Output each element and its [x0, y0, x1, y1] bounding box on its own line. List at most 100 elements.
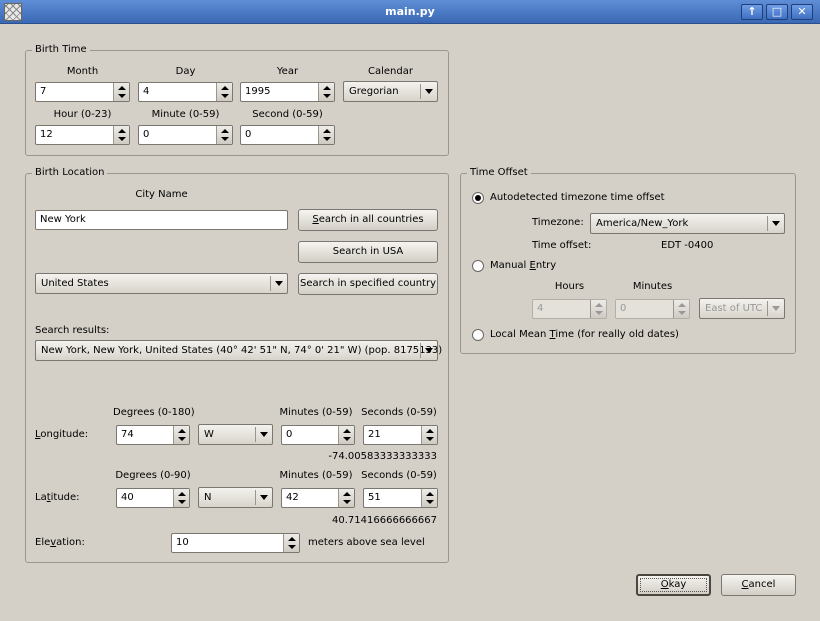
lon-direction-combo[interactable]: W — [198, 424, 273, 445]
city-name-label: City Name — [135, 189, 188, 200]
auto-offset-label[interactable]: Autodetected timezone time offset — [490, 192, 665, 203]
spin-down-icon[interactable] — [178, 437, 186, 441]
spin-down-icon[interactable] — [323, 137, 331, 141]
calendar-label: Calendar — [368, 66, 413, 77]
timezone-label: Timezone: — [532, 217, 584, 228]
search-results-combo[interactable]: New York, New York, United States (40° 4… — [35, 340, 442, 361]
calendar-value: Gregorian — [349, 86, 399, 97]
auto-offset-radio[interactable] — [472, 192, 484, 204]
search-all-countries-button[interactable]: Search in all countries — [298, 209, 438, 231]
lon-minutes-label: Minutes (0-59) — [279, 407, 353, 418]
country-value: United States — [41, 278, 109, 289]
chevron-down-icon[interactable] — [275, 281, 283, 286]
spin-up-icon[interactable] — [343, 429, 351, 433]
lat-direction-value: N — [204, 492, 212, 503]
timezone-combo[interactable]: America/New_York — [590, 213, 785, 234]
search-specified-country-button[interactable]: Search in specified country — [298, 273, 438, 295]
second-spinbox[interactable]: 0 — [240, 125, 335, 145]
search-usa-button[interactable]: Search in USA — [298, 241, 438, 263]
lon-degrees-label: Degrees (0-180) — [113, 407, 195, 418]
time-offset-label: Time offset: — [532, 240, 592, 251]
lat-minutes-label: Minutes (0-59) — [279, 470, 353, 481]
spin-down-icon[interactable] — [118, 137, 126, 141]
minute-spinbox[interactable]: 0 — [138, 125, 233, 145]
elevation-label: Elevation: — [35, 537, 85, 548]
lon-minutes-spinbox[interactable]: 0 — [281, 425, 355, 445]
calendar-combo[interactable]: Gregorian — [343, 81, 438, 102]
spin-down-icon[interactable] — [288, 545, 296, 549]
offset-hours-spinbox[interactable]: 4 — [532, 299, 607, 319]
close-icon[interactable]: ✕ — [791, 4, 813, 20]
year-spinbox[interactable]: 1995 — [240, 82, 335, 102]
lat-degrees-spinbox[interactable]: 40 — [116, 488, 190, 508]
spin-down-icon[interactable] — [323, 94, 331, 98]
chevron-down-icon[interactable] — [772, 221, 780, 226]
title-bar[interactable]: main.py ↑ □ ✕ — [0, 0, 820, 24]
chevron-down-icon[interactable] — [260, 495, 268, 500]
manual-entry-label[interactable]: Manual Entry — [490, 260, 556, 271]
chevron-down-icon[interactable] — [260, 432, 268, 437]
lon-seconds-spinbox[interactable]: 21 — [363, 425, 438, 445]
lat-seconds-spinbox[interactable]: 51 — [363, 488, 438, 508]
hour-spinbox[interactable]: 12 — [35, 125, 130, 145]
elevation-value: 10 — [176, 537, 189, 548]
country-combo[interactable]: United States — [35, 273, 288, 294]
maximize-icon[interactable]: □ — [766, 4, 788, 20]
spin-up-icon[interactable] — [178, 429, 186, 433]
chevron-down-icon[interactable] — [425, 348, 433, 353]
spin-up-icon[interactable] — [118, 129, 126, 133]
cancel-button[interactable]: Cancel — [721, 574, 796, 596]
spin-up-icon[interactable] — [678, 303, 686, 307]
spin-up-icon[interactable] — [426, 492, 434, 496]
spin-down-icon[interactable] — [221, 137, 229, 141]
spin-up-icon[interactable] — [178, 492, 186, 496]
spin-up-icon[interactable] — [323, 86, 331, 90]
spin-down-icon[interactable] — [595, 311, 603, 315]
day-spinbox[interactable]: 4 — [138, 82, 233, 102]
spin-up-icon[interactable] — [323, 129, 331, 133]
spin-down-icon[interactable] — [118, 94, 126, 98]
spin-up-icon[interactable] — [426, 429, 434, 433]
spin-down-icon[interactable] — [343, 500, 351, 504]
local-mean-time-label[interactable]: Local Mean Time (for really old dates) — [490, 329, 679, 340]
window-title: main.py — [385, 5, 435, 18]
spin-up-icon[interactable] — [343, 492, 351, 496]
spin-up-icon[interactable] — [118, 86, 126, 90]
city-name-input[interactable]: New York — [35, 210, 288, 230]
hour-label: Hour (0-23) — [53, 109, 112, 120]
city-name-value: New York — [40, 214, 86, 225]
lat-minutes-value: 42 — [286, 492, 299, 503]
manual-entry-radio[interactable] — [472, 260, 484, 272]
spin-up-icon[interactable] — [221, 129, 229, 133]
lat-minutes-spinbox[interactable]: 42 — [281, 488, 355, 508]
offset-direction-combo[interactable]: East of UTC — [699, 298, 785, 319]
offset-hours-value: 4 — [537, 303, 544, 314]
offset-minutes-value: 0 — [620, 303, 627, 314]
day-label: Day — [175, 66, 196, 77]
offset-minutes-spinbox[interactable]: 0 — [615, 299, 690, 319]
month-spinbox[interactable]: 7 — [35, 82, 130, 102]
longitude-label: Longitude: — [35, 429, 89, 440]
spin-down-icon[interactable] — [343, 437, 351, 441]
spin-up-icon[interactable] — [221, 86, 229, 90]
spin-down-icon[interactable] — [426, 500, 434, 504]
chevron-down-icon[interactable] — [772, 306, 780, 311]
arrow-up-icon[interactable]: ↑ — [741, 4, 763, 20]
lat-direction-combo[interactable]: N — [198, 487, 273, 508]
spin-down-icon[interactable] — [426, 437, 434, 441]
lon-degrees-spinbox[interactable]: 74 — [116, 425, 190, 445]
elevation-unit: meters above sea level — [308, 537, 425, 548]
lon-minutes-value: 0 — [286, 429, 293, 440]
spin-up-icon[interactable] — [288, 537, 296, 541]
spin-down-icon[interactable] — [221, 94, 229, 98]
local-mean-time-radio[interactable] — [472, 329, 484, 341]
lon-direction-value: W — [204, 429, 214, 440]
hours-label: Hours — [554, 281, 585, 292]
elevation-spinbox[interactable]: 10 — [171, 533, 300, 553]
spin-down-icon[interactable] — [178, 500, 186, 504]
spin-down-icon[interactable] — [678, 311, 686, 315]
okay-button[interactable]: Okay — [636, 574, 711, 596]
minute-value: 0 — [143, 129, 150, 140]
spin-up-icon[interactable] — [595, 303, 603, 307]
chevron-down-icon[interactable] — [425, 89, 433, 94]
